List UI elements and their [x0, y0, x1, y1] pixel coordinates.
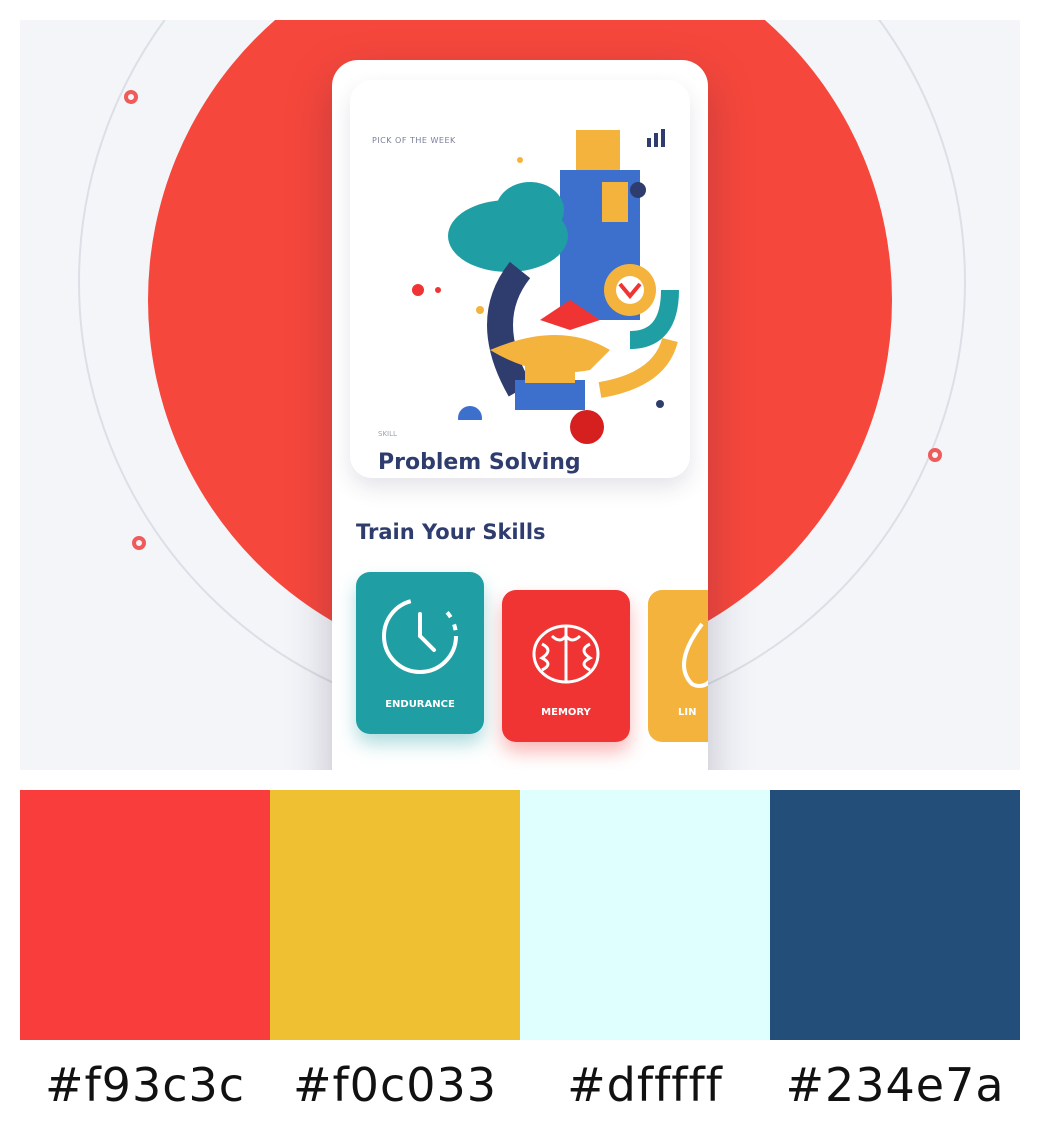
skill-label: MEMORY [541, 707, 591, 718]
skill-card-memory[interactable]: MEMORY [502, 590, 630, 742]
color-swatch-2 [270, 790, 520, 1040]
decorative-ball [570, 410, 604, 444]
skill-card-endurance[interactable]: ENDURANCE [356, 572, 484, 734]
section-title: Train Your Skills [356, 520, 546, 544]
decorative-dot [132, 536, 146, 550]
chart-icon[interactable] [646, 128, 668, 148]
skill-label: ENDURANCE [385, 699, 455, 710]
decorative-dot [124, 90, 138, 104]
brain-icon [532, 624, 600, 684]
problem-solving-illustration [412, 130, 679, 420]
hex-label-1: #f93c3c [44, 1058, 246, 1112]
color-swatch-4 [770, 790, 1020, 1040]
feature-subtitle: SKILL [378, 430, 397, 438]
carousel-dots[interactable] [482, 766, 627, 770]
skill-label: LIN [678, 707, 697, 718]
clock-icon [382, 598, 458, 674]
color-swatch-3 [520, 790, 770, 1040]
hex-label-3: #dfffff [567, 1058, 723, 1112]
feature-title: Problem Solving [378, 450, 581, 475]
feature-eyebrow: PICK OF THE WEEK [372, 136, 456, 145]
showcase-image: PICK OF THE WEEK SKILL Problem Solving T… [20, 20, 1020, 770]
phone-mockup: PICK OF THE WEEK SKILL Problem Solving T… [332, 60, 708, 770]
skill-card-third[interactable]: LIN [648, 590, 708, 742]
feature-card[interactable]: PICK OF THE WEEK SKILL Problem Solving [350, 80, 690, 478]
color-swatch-1 [20, 790, 270, 1040]
hex-label-2: #f0c033 [292, 1058, 498, 1112]
hex-label-4: #234e7a [785, 1058, 1005, 1112]
pen-icon [682, 622, 708, 688]
decorative-dot [928, 448, 942, 462]
